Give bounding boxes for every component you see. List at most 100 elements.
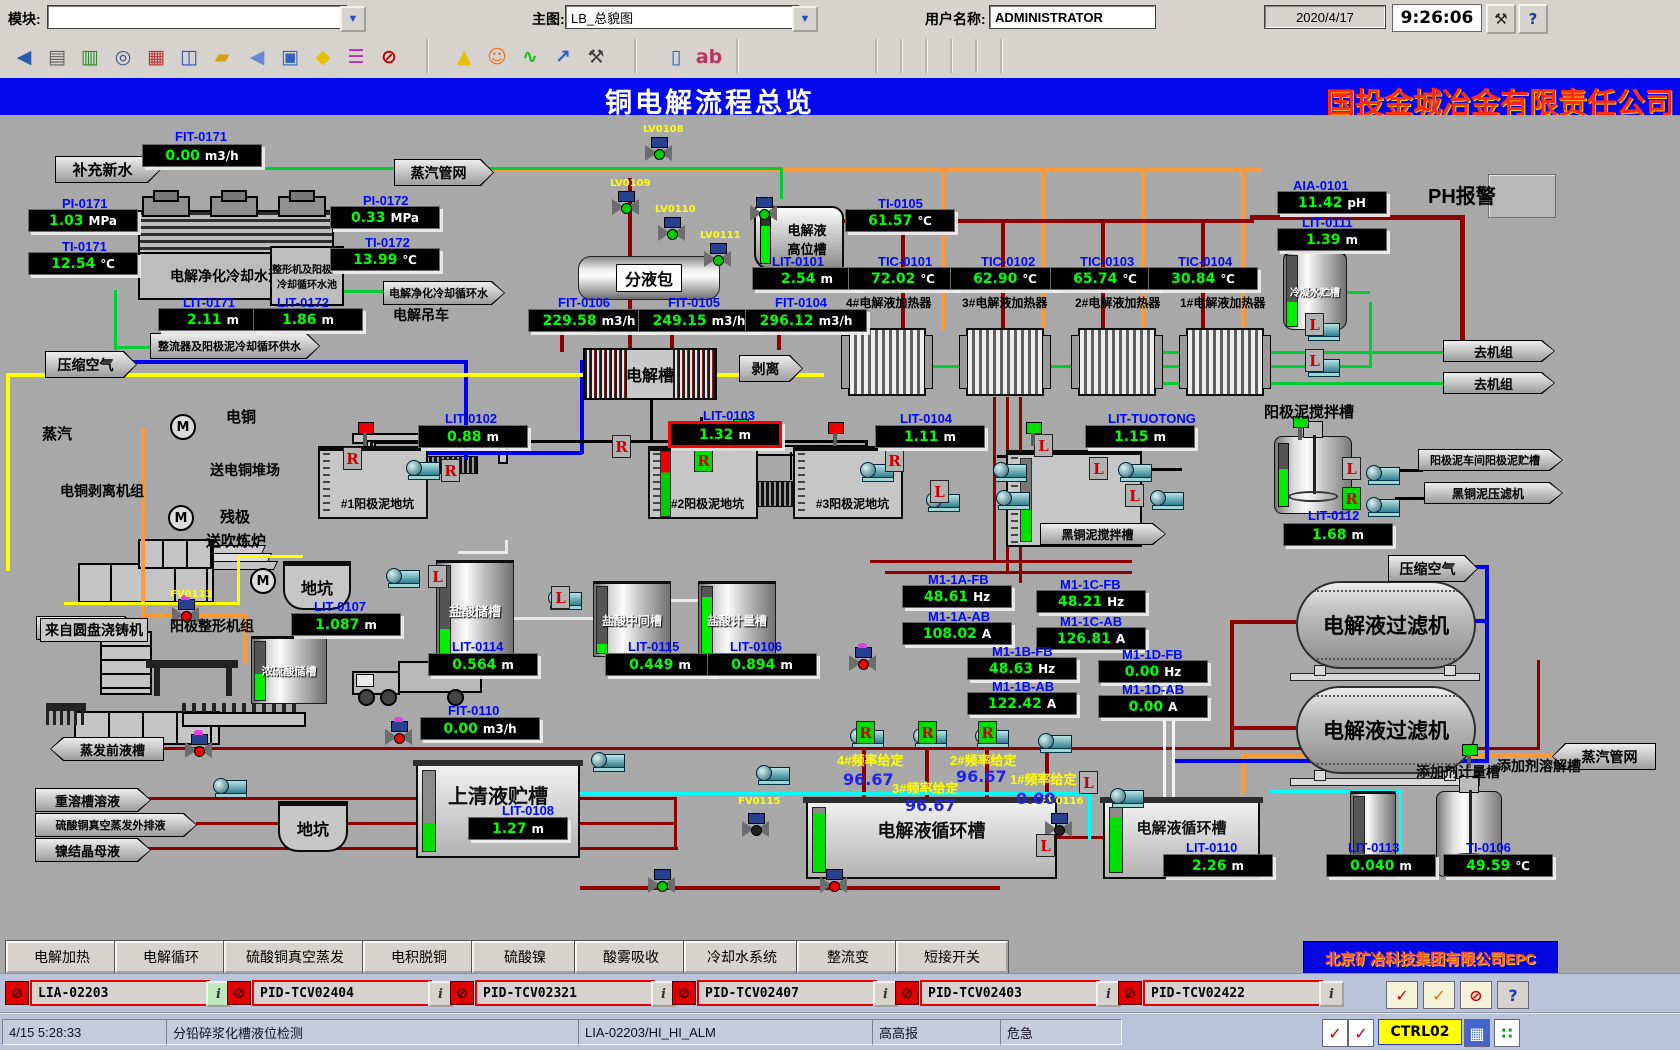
pump[interactable] [1038, 732, 1072, 753]
readout-LIT-0113[interactable]: 0.040m [1326, 854, 1436, 877]
readout-FIT-0110[interactable]: 0.00m3/h [420, 717, 540, 740]
status-indicator-L[interactable]: L [428, 565, 447, 588]
readout-FIT-0171[interactable]: 0.00m3/h [142, 144, 262, 167]
control-valve[interactable] [704, 242, 731, 269]
tab-硫酸铜真空蒸发[interactable]: 硫酸铜真空蒸发 [224, 941, 366, 973]
pump[interactable] [1366, 496, 1400, 517]
tab-整流变[interactable]: 整流变 [797, 941, 899, 973]
status-indicator-L[interactable]: L [1034, 434, 1053, 457]
motor-icon[interactable] [168, 505, 194, 531]
setpoint-value[interactable]: 96.67 [843, 770, 894, 789]
pump[interactable] [1150, 489, 1184, 510]
readout-LIT-0112[interactable]: 1.68m [1283, 523, 1393, 546]
alarm-info-button[interactable]: i [1319, 981, 1344, 1007]
readout-TIC-0104[interactable]: 30.84℃ [1148, 267, 1258, 290]
readout-FIT-0104[interactable]: 296.12m3/h [745, 309, 867, 332]
chart-icon[interactable]: ↗ [547, 41, 579, 73]
module-input[interactable] [48, 6, 346, 28]
status-indicator-R[interactable]: R [978, 721, 997, 744]
status-indicator-R[interactable]: R [1342, 487, 1361, 510]
tools-icon[interactable]: ⚒ [580, 41, 612, 73]
tools-button[interactable]: ⚒ [1486, 4, 1516, 34]
readout-TIC-0102[interactable]: 62.90℃ [950, 267, 1060, 290]
screen-icon[interactable]: ▣ [274, 41, 306, 73]
control-valve[interactable] [820, 868, 847, 895]
status-indicator-L[interactable]: L [1125, 484, 1144, 507]
status-indicator-R[interactable]: R [885, 449, 904, 472]
alarm-block-icon[interactable]: ⊘ [450, 981, 474, 1005]
pump[interactable] [386, 567, 420, 588]
readout-M1-1C-FB[interactable]: 48.21Hz [1036, 590, 1146, 613]
main-map-input[interactable] [566, 6, 798, 28]
control-valve[interactable] [750, 196, 777, 223]
status-indicator-L[interactable]: L [1342, 457, 1361, 480]
readout-LIT-0111[interactable]: 1.39m [1277, 228, 1387, 251]
columns-icon[interactable]: ▥ [74, 41, 106, 73]
open-folder-icon[interactable]: ▰ [206, 41, 238, 73]
status-indicator-L[interactable]: L [1305, 349, 1324, 372]
setpoint-value[interactable]: 0.00 [1016, 789, 1055, 808]
status-indicator-R[interactable]: R [441, 459, 460, 482]
control-valve[interactable] [658, 216, 685, 243]
flow-arrow[interactable]: 压缩空气 [1388, 555, 1478, 582]
readout-M1-1B-AB[interactable]: 122.42A [967, 692, 1077, 715]
readout-LIT-TUOTONG[interactable]: 1.15m [1085, 425, 1195, 448]
pump[interactable] [1366, 464, 1400, 485]
alarm-block-icon[interactable]: ⊘ [5, 981, 29, 1005]
flow-arrow[interactable]: 硫酸铜真空蒸发外排液 [35, 813, 197, 837]
pump[interactable] [756, 764, 790, 785]
motor-icon[interactable] [170, 414, 196, 440]
status-indicator-L[interactable]: L [551, 586, 570, 609]
back-icon[interactable]: ◀ [241, 41, 273, 73]
pump[interactable] [406, 459, 440, 480]
readout-TI-0172[interactable]: 13.99℃ [330, 248, 440, 271]
alarm-block-icon[interactable]: ⊘ [227, 981, 251, 1005]
alarm-block-icon[interactable]: ⊘ [672, 981, 696, 1005]
flow-arrow[interactable]: 剥离 [739, 355, 803, 382]
readout-LIT-0107[interactable]: 1.087m [291, 613, 401, 636]
pump[interactable] [213, 777, 247, 798]
trend-ack-icon[interactable]: ✓ [1322, 1019, 1348, 1047]
users-icon[interactable]: ☺ [481, 41, 513, 73]
control-valve[interactable] [742, 812, 769, 839]
status-indicator-R[interactable]: R [694, 449, 713, 472]
readout-LIT-0104[interactable]: 1.11m [875, 425, 985, 448]
setpoint-value[interactable]: 96.67 [956, 767, 1007, 786]
pump[interactable] [1118, 461, 1152, 482]
readout-TI-0171[interactable]: 12.54℃ [28, 252, 138, 275]
flow-arrow[interactable]: 整流器及阳极泥冷却循环供水 [150, 333, 320, 359]
status-indicator-L[interactable]: L [1305, 313, 1324, 336]
dots-icon[interactable]: ∷ [1494, 1019, 1520, 1047]
status-indicator-L[interactable]: L [1079, 771, 1098, 794]
flow-arrow[interactable]: 重溶槽溶液 [35, 788, 151, 812]
keyboard-icon[interactable]: ▦ [1464, 1019, 1490, 1047]
readout-LIT-0103[interactable]: 1.32m [668, 421, 782, 448]
readout-LIT-0172[interactable]: 1.86m [253, 308, 363, 331]
status-indicator-R[interactable]: R [343, 447, 362, 470]
tab-电解循环[interactable]: 电解循环 [115, 941, 227, 973]
ack-alarm-icon[interactable]: ✓ [1386, 981, 1418, 1009]
tab-短接开关[interactable]: 短接开关 [896, 941, 1008, 973]
help-button[interactable]: ? [1518, 4, 1548, 34]
readout-LIT-0102[interactable]: 0.88m [418, 425, 528, 448]
tab-冷却水系统[interactable]: 冷却水系统 [684, 941, 800, 973]
exit-icon[interactable]: ◀ [8, 41, 40, 73]
readout-TI-0105[interactable]: 61.57℃ [845, 209, 955, 232]
readout-FIT-0106[interactable]: 229.58m3/h [528, 309, 650, 332]
status-indicator-L[interactable]: L [1089, 457, 1108, 480]
flow-arrow[interactable]: 黑铜泥压滤机 [1424, 482, 1563, 504]
alarm-bell-icon[interactable]: ◆ [307, 41, 339, 73]
readout-M1-1D-FB[interactable]: 0.00Hz [1098, 660, 1208, 683]
status-indicator-R[interactable]: R [918, 721, 937, 744]
trend-ack2-icon[interactable]: ✓ [1348, 1019, 1374, 1047]
alarm-tag-field[interactable]: PID-TCV02403 [920, 980, 1100, 1006]
readout-FIT-0105[interactable]: 249.15m3/h [638, 309, 760, 332]
setpoint-value[interactable]: 96.67 [905, 796, 956, 815]
readout-LIT-0108[interactable]: 1.27m [468, 817, 568, 840]
alarm-block-icon[interactable]: ⊘ [1118, 981, 1142, 1005]
font-edit-icon[interactable]: ab [693, 41, 725, 73]
readout-TIC-0103[interactable]: 65.74℃ [1050, 267, 1160, 290]
readout-TI-0106[interactable]: 49.59℃ [1443, 854, 1553, 877]
cubes-icon[interactable]: ▦ [140, 41, 172, 73]
pump[interactable] [591, 751, 625, 772]
